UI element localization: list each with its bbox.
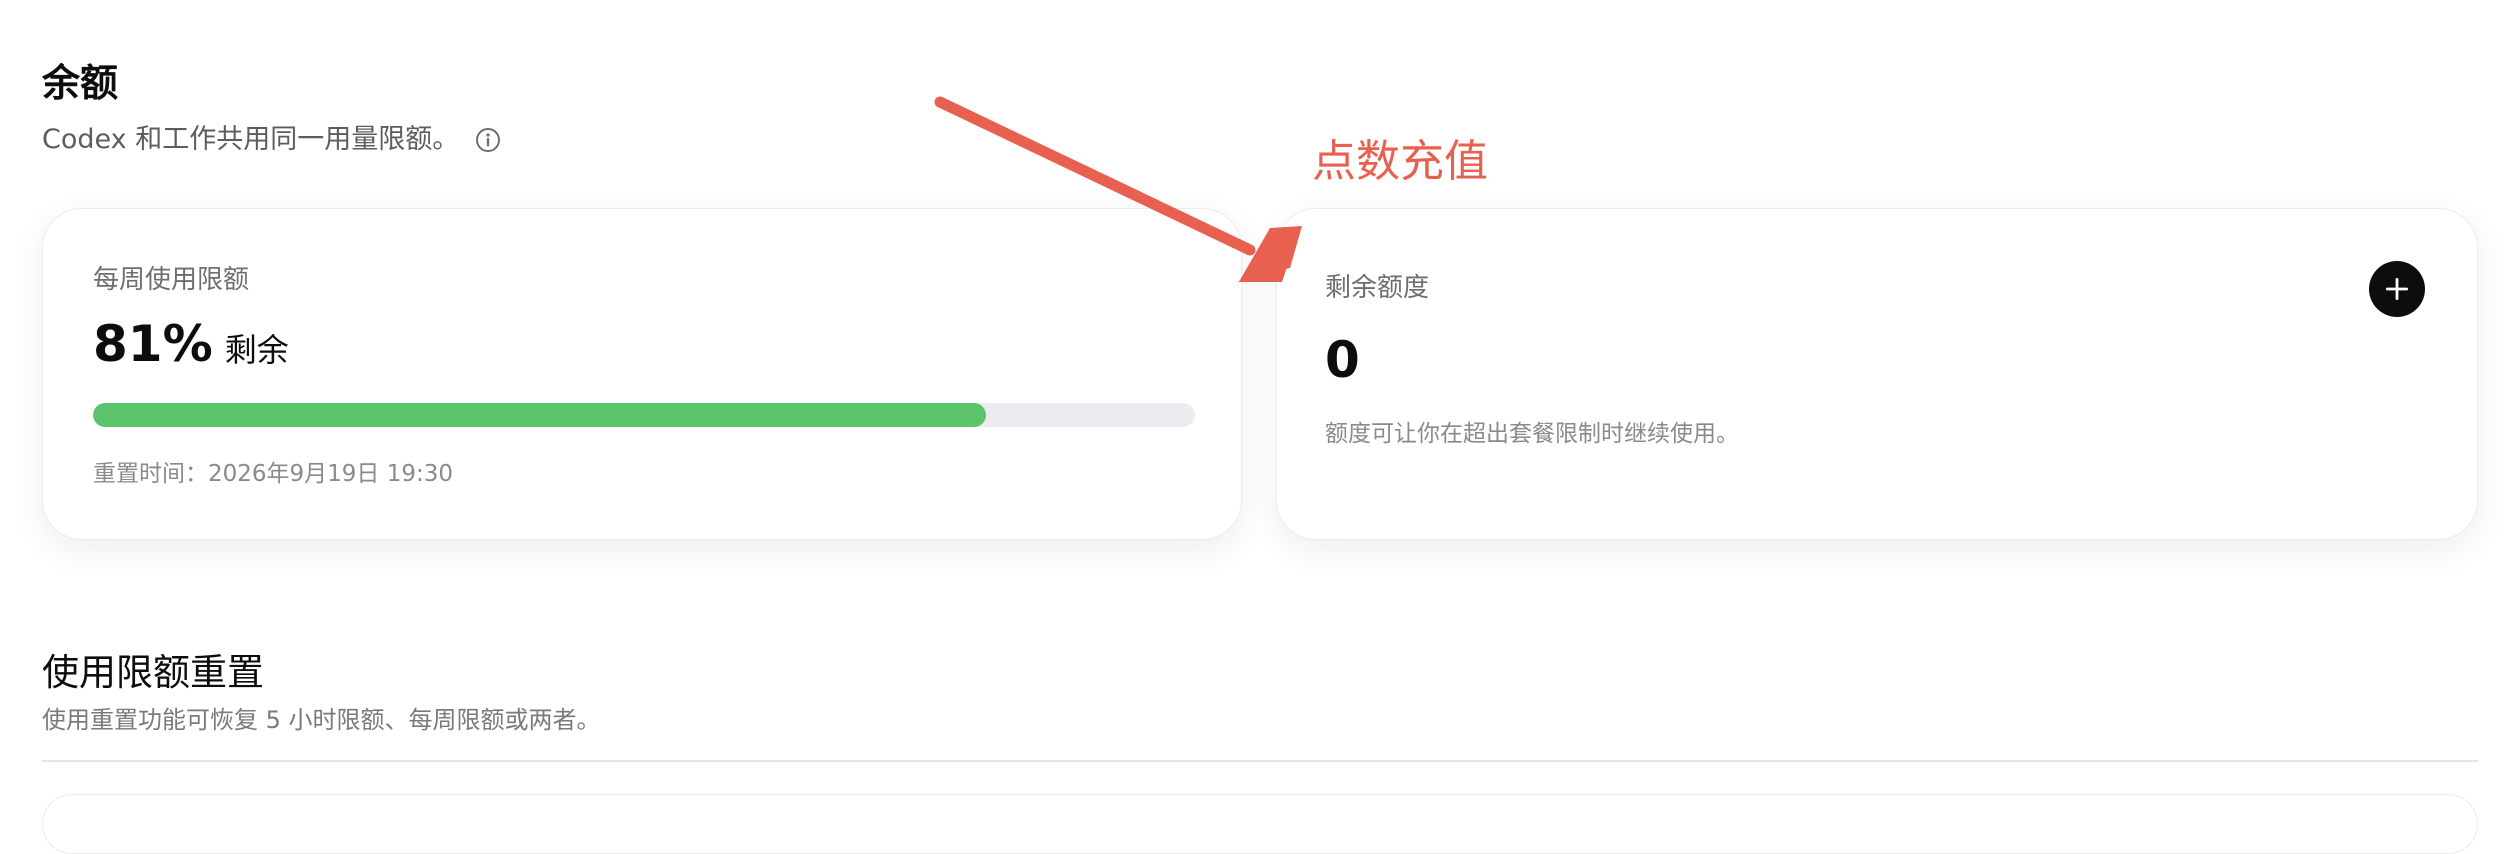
- weekly-remaining-percent: 81%: [93, 315, 213, 373]
- remaining-credit-card: 剩余额度 0 额度可让你在超出套餐限制时继续使用。: [1276, 208, 2478, 540]
- usage-reset-card: [42, 794, 2478, 854]
- annotation-label: 点数充值: [1312, 136, 1488, 187]
- info-circle-icon[interactable]: [475, 127, 501, 153]
- usage-reset-subtitle: 使用重置功能可恢复 5 小时限额、每周限额或两者。: [42, 706, 601, 734]
- remaining-credit-description: 额度可让你在超出套餐限制时继续使用。: [1325, 421, 1739, 447]
- section-divider: [42, 760, 2478, 762]
- weekly-remaining-suffix: 剩余: [224, 331, 289, 369]
- remaining-credit-value: 0: [1325, 331, 1360, 389]
- weekly-limit-card: 每周使用限额 81% 剩余 重置时间：2026年9月19日 19:30: [42, 208, 1242, 540]
- plus-icon: [2386, 278, 2408, 300]
- weekly-remaining-value: 81% 剩余: [93, 319, 289, 369]
- balance-title: 余额: [42, 61, 119, 105]
- weekly-progress-fill: [93, 403, 986, 427]
- remaining-credit-label: 剩余额度: [1325, 273, 1430, 303]
- add-credit-button[interactable]: [2369, 261, 2425, 317]
- weekly-reset-time: 重置时间：2026年9月19日 19:30: [93, 461, 454, 487]
- balance-subtitle: Codex 和工作共用同一用量限额。: [42, 126, 501, 153]
- weekly-limit-label: 每周使用限额: [93, 265, 250, 295]
- usage-reset-title: 使用限额重置: [42, 651, 264, 694]
- balance-subtitle-text: Codex 和工作共用同一用量限额。: [42, 124, 460, 155]
- weekly-progress-bar: [93, 403, 1195, 427]
